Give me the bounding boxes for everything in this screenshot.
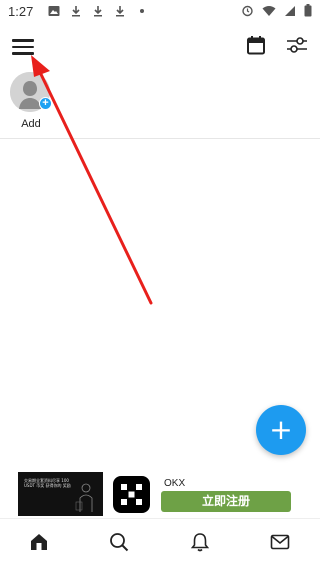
- signal-icon: [284, 5, 296, 20]
- dot-icon: [135, 4, 149, 18]
- ad-image[interactable]: 交易期全套资料尽享 100 USDT 币奖 获得你的 奖励: [18, 472, 103, 516]
- ad-banner[interactable]: 交易期全套资料尽享 100 USDT 币奖 获得你的 奖励 OKX 立即注册: [18, 472, 304, 516]
- home-icon[interactable]: [29, 532, 51, 554]
- okx-logo[interactable]: [113, 476, 150, 513]
- app-bar: [0, 22, 320, 72]
- plus-badge-icon: +: [39, 97, 52, 110]
- calendar-icon[interactable]: [246, 35, 268, 57]
- ad-brand: OKX: [164, 478, 186, 489]
- filter-settings-icon[interactable]: [286, 35, 310, 57]
- messages-icon[interactable]: [270, 532, 292, 554]
- status-bar: 1:27: [0, 0, 320, 22]
- alarm-icon: [241, 4, 254, 20]
- download-icon: [69, 4, 83, 18]
- notifications-icon[interactable]: [190, 532, 212, 554]
- avatar: +: [10, 72, 52, 112]
- wifi-icon: [262, 5, 276, 20]
- download-icon: [113, 4, 127, 18]
- image-icon: [47, 4, 61, 18]
- add-label: Add: [21, 118, 41, 130]
- compose-fab-button[interactable]: +: [256, 405, 306, 455]
- battery-icon: [304, 4, 312, 20]
- plus-icon: +: [269, 413, 293, 446]
- divider: [0, 138, 320, 139]
- status-right-icons: [241, 4, 312, 20]
- status-time: 1:27: [8, 3, 34, 19]
- add-story-button[interactable]: + Add: [10, 72, 52, 130]
- download-icon: [91, 4, 105, 18]
- bottom-nav: [0, 518, 320, 569]
- hamburger-menu-icon[interactable]: [12, 34, 38, 60]
- search-icon[interactable]: [109, 532, 131, 554]
- ad-register-button[interactable]: 立即注册: [161, 491, 291, 512]
